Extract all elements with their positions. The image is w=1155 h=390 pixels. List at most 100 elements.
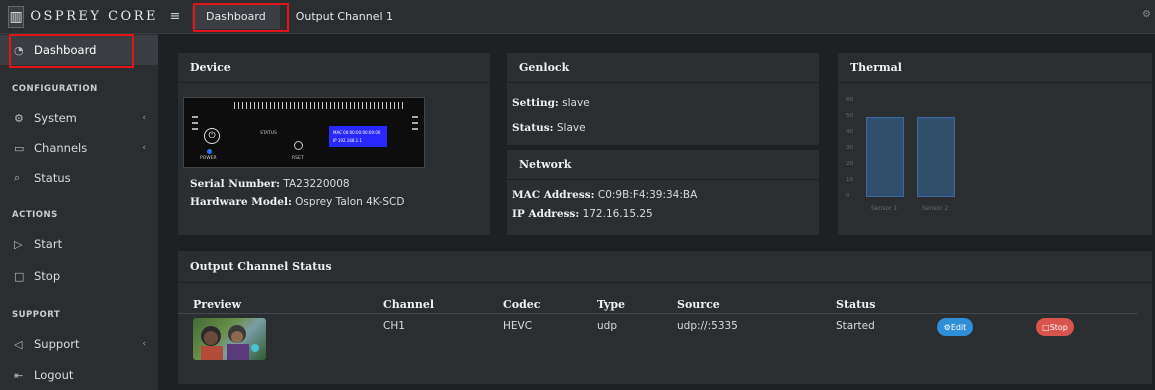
card-title: Output Channel Status [178,251,1152,283]
sidebar-item-system[interactable]: ⚙ System ‹ [0,103,158,133]
serial-value: TA23220008 [283,178,350,190]
setting-label: Setting: [512,97,559,109]
status-label: Status: [512,122,554,134]
y-tick-label: 60 [846,97,853,103]
chevron-left-icon: ‹ [142,143,146,153]
hardware-model: Hardware Model: Osprey Talon 4K-SCD [190,196,404,208]
x-tick-label: Sensor 2 [922,205,949,212]
setting-value: slave [562,97,590,109]
highlight-box [9,34,134,68]
y-tick-label: 50 [846,113,853,119]
sidebar-item-label: Status [34,171,71,185]
device-slot [412,128,418,130]
sidebar-item-start[interactable]: ▷ Start [0,229,158,259]
chevron-left-icon: ‹ [142,113,146,123]
device-slot [192,116,198,118]
section-header-support: SUPPORT [12,310,61,320]
sidebar-item-stop[interactable]: □ Stop [0,261,158,291]
device-slot [192,122,198,124]
genlock-status: Status: Slave [512,122,586,134]
sidebar-item-support[interactable]: ◁ Support ‹ [0,329,158,359]
y-tick-label: 40 [846,129,853,135]
section-header-configuration: CONFIGURATION [12,84,98,94]
power-label: POWER [200,156,217,161]
cell-type: udp [597,320,617,332]
sidebar-item-logout[interactable]: ⇤ Logout [0,360,158,390]
y-tick-label: 30 [846,145,853,151]
section-header-actions: ACTIONS [12,210,58,220]
cell-status: Started [836,320,875,332]
edit-label: Edit [950,322,967,332]
status-value: Slave [556,122,586,134]
gear-icon: ⚙ [943,322,951,332]
model-label: Hardware Model: [190,196,292,208]
mac-label: MAC Address: [512,189,595,201]
column-header-preview: Preview [193,298,242,311]
power-icon: ⏻ [204,128,220,144]
highlight-box [193,3,289,32]
stop-label: Stop [1049,322,1068,332]
device-slot [412,116,418,118]
power-led [207,149,212,154]
cell-source: udp://:5335 [677,320,738,332]
tab-output-channel-1[interactable]: Output Channel 1 [282,5,407,29]
sidebar-item-label: Support [34,337,80,351]
ip-value: 172.16.15.25 [582,208,653,220]
sidebar-item-label: System [34,111,77,125]
device-image: ⏻ STATUS POWER RSET MAC 00:00:00:00:00:0… [183,97,425,168]
logout-icon: ⇤ [14,368,24,382]
mac-value: C0:9B:F4:39:34:BA [597,189,698,201]
sidebar-item-channels[interactable]: ▭ Channels ‹ [0,133,158,163]
table-divider [178,313,1138,314]
column-header-status: Status [836,298,876,311]
reset-button-icon [294,141,303,150]
app-root: ▥ OSPREY CORE ◔ Dashboard CONFIGURATION … [0,0,1155,390]
sidebar-item-label: Start [34,237,63,251]
cell-channel: CH1 [383,320,405,332]
cell-codec: HEVC [503,320,533,332]
lcd-mac: MAC 00:00:00:00:00:00 [333,130,381,135]
card-title: Network [507,150,819,180]
card-title: Device [178,53,490,83]
serial-number: Serial Number: TA23220008 [190,178,350,190]
column-header-source: Source [677,298,720,311]
send-icon: ◁ [14,337,23,351]
stop-button[interactable]: □ Stop [1036,318,1074,336]
thermal-bar [917,117,955,197]
output-status-card: Output Channel Status [178,251,1152,384]
sidebar-item-label: Logout [34,368,74,382]
device-lcd: MAC 00:00:00:00:00:00 IP 192.168.1.1 [329,126,387,147]
logo-icon: ▥ [8,5,25,28]
topbar: ≡ Dashboard Output Channel 1 ⚙ [158,0,1155,34]
y-tick-label: 10 [846,177,853,183]
ip-address: IP Address: 172.16.15.25 [512,208,653,220]
ip-label: IP Address: [512,208,580,220]
x-tick-label: Sensor 1 [871,205,898,212]
settings-icon[interactable]: ⚙ [1142,9,1151,20]
card-title: Genlock [507,53,819,83]
device-slot [192,128,198,130]
column-header-channel: Channel [383,298,435,311]
y-tick-label: 20 [846,161,853,167]
sidebar-item-label: Stop [34,269,61,283]
play-icon: ▷ [14,237,23,251]
reset-label: RSET [292,156,304,161]
preview-thumbnail[interactable] [193,318,266,360]
device-slot [412,122,418,124]
serial-label: Serial Number: [190,178,281,190]
y-tick-label: 0 [846,193,850,199]
sidebar-item-label: Channels [34,141,88,155]
stop-icon: □ [14,269,25,283]
lcd-ip: IP 192.168.1.1 [333,138,363,143]
preview-image [201,325,259,360]
channel-icon: ▭ [14,141,25,155]
status-label: STATUS [260,131,277,136]
mac-address: MAC Address: C0:9B:F4:39:34:BA [512,189,697,201]
chevron-left-icon: ‹ [142,339,146,349]
edit-button[interactable]: ⚙ Edit [937,318,973,336]
brand[interactable]: ▥ OSPREY CORE [0,0,158,34]
column-header-type: Type [597,298,626,311]
hamburger-menu-icon[interactable]: ≡ [158,9,192,24]
genlock-setting: Setting: slave [512,97,590,109]
sidebar-item-status[interactable]: ⌕ Status [0,163,158,193]
